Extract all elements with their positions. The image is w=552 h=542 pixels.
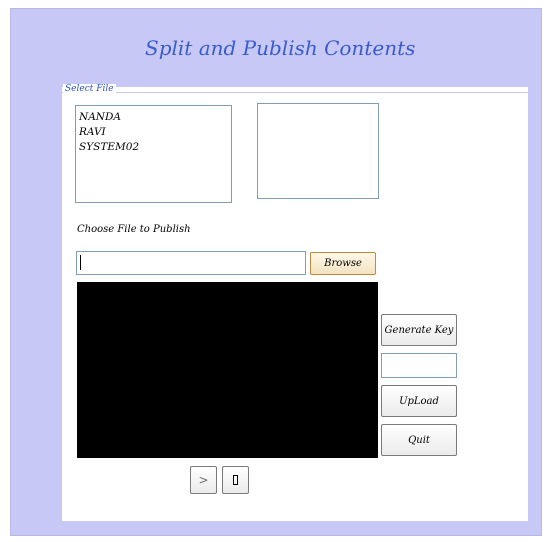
play-icon: > <box>198 473 209 487</box>
browse-button[interactable]: Browse <box>310 252 376 275</box>
list-item[interactable]: SYSTEM02 <box>79 140 231 155</box>
list-item[interactable]: NANDA <box>79 110 231 125</box>
app-title: Split and Publish Contents <box>145 36 416 60</box>
fieldset-border <box>62 92 528 93</box>
list-item[interactable]: RAVI <box>79 125 231 140</box>
upload-button[interactable]: UpLoad <box>381 385 457 417</box>
stop-icon <box>233 475 238 485</box>
generate-key-button[interactable]: Generate Key <box>381 314 457 346</box>
file-path-input[interactable] <box>76 251 306 275</box>
stop-button[interactable] <box>222 466 249 494</box>
choose-file-label: Choose File to Publish <box>77 224 191 235</box>
key-field[interactable] <box>381 353 457 378</box>
video-preview-area <box>77 282 378 458</box>
quit-button[interactable]: Quit <box>381 424 457 456</box>
secondary-listbox[interactable] <box>257 103 379 199</box>
select-file-legend: Select File <box>63 84 116 94</box>
users-listbox[interactable]: NANDA RAVI SYSTEM02 <box>75 105 232 203</box>
play-button[interactable]: > <box>190 466 217 494</box>
text-cursor <box>80 255 81 270</box>
